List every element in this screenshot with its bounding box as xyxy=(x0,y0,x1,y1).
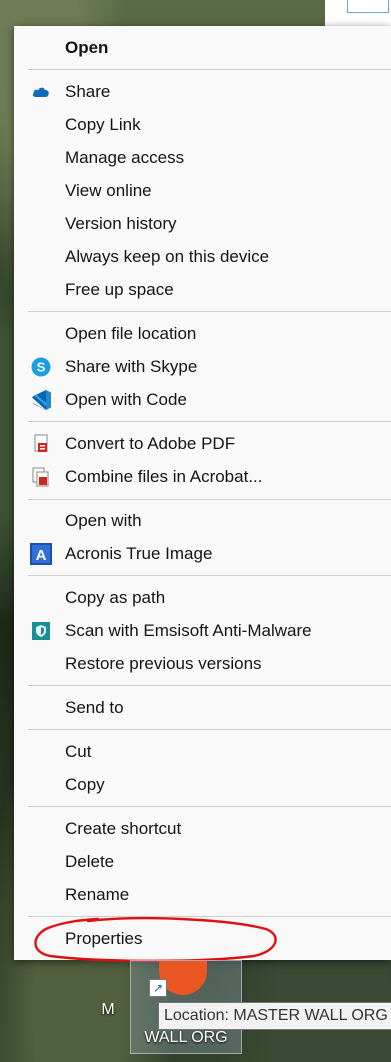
menu-item-label: Properties xyxy=(65,928,143,948)
menu-item-label: Free up space xyxy=(65,279,174,299)
menu-item-open-with-code[interactable]: Open with Code xyxy=(14,383,391,416)
menu-item-label: Copy as path xyxy=(65,587,166,607)
menu-item-label: Restore previous versions xyxy=(65,653,262,673)
menu-separator xyxy=(28,729,391,730)
menu-item-scan-emsisoft[interactable]: Scan with Emsisoft Anti-Malware xyxy=(14,614,391,647)
acrobat-convert-icon xyxy=(30,433,52,455)
menu-item-send-to[interactable]: Send to xyxy=(14,691,391,724)
menu-item-label: Acronis True Image xyxy=(65,543,213,563)
menu-item-rename[interactable]: Rename xyxy=(14,878,391,911)
skype-icon: S xyxy=(30,356,52,378)
menu-item-copy-link[interactable]: Copy Link xyxy=(14,108,391,141)
acrobat-combine-icon xyxy=(30,466,52,488)
desktop-icon-caption-line2: WALL ORG xyxy=(144,1029,228,1046)
menu-item-cut[interactable]: Cut xyxy=(14,735,391,768)
menu-item-acronis[interactable]: A Acronis True Image xyxy=(14,537,391,570)
menu-item-label: Combine files in Acrobat... xyxy=(65,466,263,486)
menu-item-label: Copy Link xyxy=(65,114,141,134)
location-tooltip: Location: MASTER WALL ORG xyxy=(158,1002,391,1030)
menu-item-properties[interactable]: Properties xyxy=(14,922,391,955)
menu-separator xyxy=(28,499,391,500)
menu-item-label: Share xyxy=(65,81,111,101)
menu-item-label: Cut xyxy=(65,741,92,761)
menu-item-label: Send to xyxy=(65,697,124,717)
menu-item-label: Open with xyxy=(65,510,142,530)
shortcut-arrow-icon: ↗ xyxy=(149,979,167,997)
menu-item-label: Always keep on this device xyxy=(65,246,270,266)
menu-item-view-online[interactable]: View online xyxy=(14,174,391,207)
menu-item-label: Manage access xyxy=(65,147,185,167)
menu-item-label: Copy xyxy=(65,774,105,794)
menu-item-always-keep[interactable]: Always keep on this device xyxy=(14,240,391,273)
onedrive-cloud-icon xyxy=(30,81,52,103)
menu-item-delete[interactable]: Delete xyxy=(14,845,391,878)
menu-item-copy[interactable]: Copy xyxy=(14,768,391,801)
explorer-window-edge xyxy=(325,0,391,26)
acronis-icon: A xyxy=(30,542,52,565)
selected-item-edge xyxy=(347,0,389,13)
menu-item-label: Scan with Emsisoft Anti-Malware xyxy=(65,620,312,640)
emsisoft-shield-icon xyxy=(30,620,52,642)
menu-item-free-up-space[interactable]: Free up space xyxy=(14,273,391,306)
desktop-icon-caption-line1: M xyxy=(101,1001,115,1018)
menu-item-label: Version history xyxy=(65,213,177,233)
menu-separator xyxy=(28,685,391,686)
menu-separator xyxy=(28,916,391,917)
menu-separator xyxy=(28,311,391,312)
menu-item-label: Create shortcut xyxy=(65,818,182,838)
menu-item-label: Open file location xyxy=(65,323,197,343)
menu-item-label: Open with Code xyxy=(65,389,187,409)
menu-item-combine-acrobat[interactable]: Combine files in Acrobat... xyxy=(14,460,391,493)
menu-item-create-shortcut[interactable]: Create shortcut xyxy=(14,812,391,845)
menu-item-convert-pdf[interactable]: Convert to Adobe PDF xyxy=(14,427,391,460)
menu-item-share-skype[interactable]: S Share with Skype xyxy=(14,350,391,383)
menu-item-copy-as-path[interactable]: Copy as path xyxy=(14,581,391,614)
svg-text:S: S xyxy=(37,359,46,374)
menu-separator xyxy=(28,69,391,70)
menu-item-label: Delete xyxy=(65,851,115,871)
context-menu: Open Share Copy Link Manage access View … xyxy=(14,26,391,960)
menu-item-open-file-location[interactable]: Open file location xyxy=(14,317,391,350)
menu-separator xyxy=(28,575,391,576)
menu-item-label: Open xyxy=(65,37,109,57)
menu-item-version-history[interactable]: Version history xyxy=(14,207,391,240)
menu-item-open[interactable]: Open xyxy=(14,31,391,64)
svg-text:A: A xyxy=(36,547,47,564)
menu-item-label: Share with Skype xyxy=(65,356,198,376)
menu-item-open-with[interactable]: Open with xyxy=(14,504,391,537)
menu-separator xyxy=(28,421,391,422)
menu-item-restore-versions[interactable]: Restore previous versions xyxy=(14,647,391,680)
menu-separator xyxy=(28,806,391,807)
menu-item-label: Rename xyxy=(65,884,130,904)
menu-item-label: View online xyxy=(65,180,152,200)
menu-item-share[interactable]: Share xyxy=(14,75,391,108)
menu-item-label: Convert to Adobe PDF xyxy=(65,433,236,453)
menu-item-manage-access[interactable]: Manage access xyxy=(14,141,391,174)
vscode-icon xyxy=(30,389,52,411)
